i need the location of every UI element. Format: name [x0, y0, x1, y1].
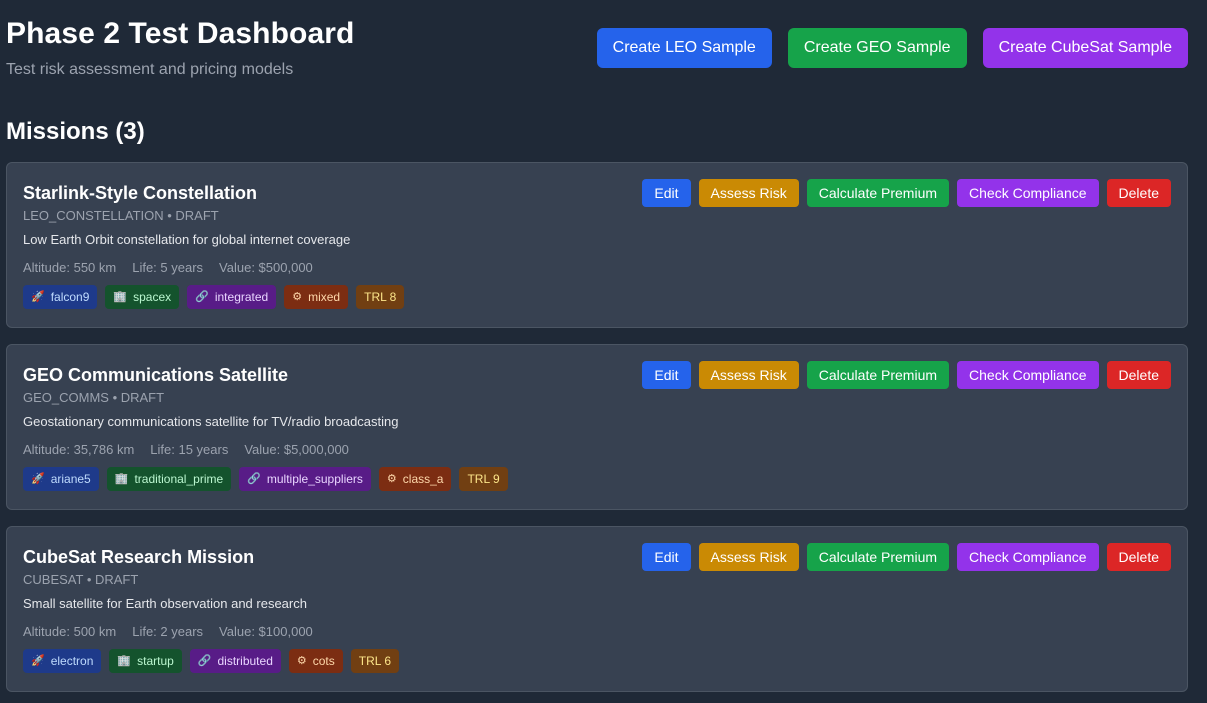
- launch-vehicle-tag: 🚀 falcon9: [23, 285, 98, 309]
- rocket-icon: 🚀: [31, 473, 45, 485]
- trl-tag: TRL 6: [350, 649, 399, 673]
- trl-tag: TRL 9: [459, 467, 508, 491]
- mission-life: Life: 15 years: [150, 442, 229, 457]
- check-compliance-button[interactable]: Check Compliance: [957, 179, 1099, 207]
- tag-label: cots: [312, 654, 335, 668]
- link-icon: 🔗: [197, 655, 212, 667]
- manufacturer-tag: 🏢 startup: [109, 649, 182, 673]
- tag-label: ariane5: [50, 472, 91, 486]
- manufacturer-tag: 🏢 traditional_prime: [106, 467, 232, 491]
- building-icon: 🏢: [113, 291, 128, 303]
- edit-button[interactable]: Edit: [642, 543, 691, 571]
- card-actions: Edit Assess Risk Calculate Premium Check…: [642, 179, 1171, 207]
- check-compliance-button[interactable]: Check Compliance: [957, 543, 1099, 571]
- calculate-premium-button[interactable]: Calculate Premium: [806, 361, 950, 389]
- tag-label: mixed: [308, 290, 341, 304]
- mission-tags: 🚀 ariane5 🏢 traditional_prime 🔗 multiple_su…: [23, 467, 1171, 491]
- tag-label: class_a: [402, 472, 444, 486]
- mission-value: Value: $500,000: [219, 260, 313, 275]
- card-actions: Edit Assess Risk Calculate Premium Check…: [642, 361, 1171, 389]
- assess-risk-button[interactable]: Assess Risk: [698, 543, 799, 571]
- edit-button[interactable]: Edit: [642, 179, 691, 207]
- trl-tag: TRL 8: [356, 285, 405, 309]
- create-cubesat-sample-button[interactable]: Create CubeSat Sample: [982, 28, 1188, 68]
- launch-vehicle-tag: 🚀 electron: [23, 649, 102, 673]
- parts-class-tag: ⚙ cots: [288, 649, 343, 673]
- dashboard-page: Phase 2 Test Dashboard Test risk assessm…: [0, 0, 1207, 703]
- mission-altitude: Altitude: 35,786 km: [23, 442, 135, 457]
- tag-label: falcon9: [50, 290, 90, 304]
- mission-card: GEO Communications Satellite GEO_COMMS •…: [6, 344, 1188, 510]
- mission-value: Value: $5,000,000: [244, 442, 349, 457]
- mission-card: Starlink-Style Constellation LEO_CONSTEL…: [6, 162, 1188, 328]
- tag-label: distributed: [217, 654, 273, 668]
- tag-label: startup: [137, 654, 174, 668]
- mission-description: Geostationary communications satellite f…: [23, 414, 399, 429]
- edit-button[interactable]: Edit: [642, 361, 691, 389]
- supply-chain-tag: 🔗 multiple_suppliers: [239, 467, 371, 491]
- mission-meta: LEO_CONSTELLATION • DRAFT: [23, 208, 219, 223]
- sample-actions: Create LEO Sample Create GEO Sample Crea…: [596, 28, 1188, 68]
- building-icon: 🏢: [117, 655, 132, 667]
- gear-icon: ⚙: [292, 291, 303, 303]
- mission-description: Small satellite for Earth observation an…: [23, 596, 307, 611]
- tag-label: electron: [50, 654, 94, 668]
- mission-life: Life: 2 years: [132, 624, 204, 639]
- tag-label: integrated: [214, 290, 269, 304]
- delete-button[interactable]: Delete: [1106, 179, 1171, 207]
- tag-label: multiple_suppliers: [266, 472, 363, 486]
- gear-icon: ⚙: [386, 473, 397, 485]
- link-icon: 🔗: [247, 473, 261, 485]
- page-subtitle: Test risk assessment and pricing models: [6, 61, 294, 78]
- tag-label: traditional_prime: [134, 472, 224, 486]
- parts-class-tag: ⚙ class_a: [378, 467, 452, 491]
- create-geo-sample-button[interactable]: Create GEO Sample: [787, 28, 967, 68]
- mission-meta: GEO_COMMS • DRAFT: [23, 390, 165, 405]
- launch-vehicle-tag: 🚀 ariane5: [23, 467, 99, 491]
- building-icon: 🏢: [114, 473, 129, 485]
- mission-altitude: Altitude: 500 km: [23, 624, 117, 639]
- delete-button[interactable]: Delete: [1106, 361, 1171, 389]
- supply-chain-tag: 🔗 distributed: [189, 649, 281, 673]
- check-compliance-button[interactable]: Check Compliance: [957, 361, 1099, 389]
- rocket-icon: 🚀: [31, 655, 45, 667]
- mission-tags: 🚀 falcon9 🏢 spacex 🔗 integrated ⚙ mixed TRL …: [23, 285, 1171, 309]
- calculate-premium-button[interactable]: Calculate Premium: [806, 543, 950, 571]
- mission-life: Life: 5 years: [132, 260, 204, 275]
- mission-card: CubeSat Research Mission CUBESAT • DRAFT…: [6, 526, 1188, 692]
- missions-list: Starlink-Style Constellation LEO_CONSTEL…: [6, 162, 1188, 703]
- parts-class-tag: ⚙ mixed: [284, 285, 349, 309]
- mission-description: Low Earth Orbit constellation for global…: [23, 232, 351, 247]
- card-actions: Edit Assess Risk Calculate Premium Check…: [642, 543, 1171, 571]
- mission-stats: Altitude: 35,786 km Life: 15 years Value…: [23, 441, 1171, 459]
- missions-heading: Missions (3): [6, 118, 145, 145]
- mission-tags: 🚀 electron 🏢 startup 🔗 distributed ⚙ cots TR…: [23, 649, 1171, 673]
- mission-stats: Altitude: 550 km Life: 5 years Value: $5…: [23, 259, 1171, 277]
- mission-altitude: Altitude: 550 km: [23, 260, 117, 275]
- page-title: Phase 2 Test Dashboard: [6, 17, 355, 50]
- calculate-premium-button[interactable]: Calculate Premium: [806, 179, 950, 207]
- mission-value: Value: $100,000: [219, 624, 313, 639]
- supply-chain-tag: 🔗 integrated: [187, 285, 277, 309]
- assess-risk-button[interactable]: Assess Risk: [698, 361, 799, 389]
- tag-label: spacex: [133, 290, 172, 304]
- mission-meta: CUBESAT • DRAFT: [23, 572, 139, 587]
- gear-icon: ⚙: [296, 655, 307, 667]
- rocket-icon: 🚀: [31, 291, 45, 303]
- delete-button[interactable]: Delete: [1106, 543, 1171, 571]
- page-header: Phase 2 Test Dashboard Test risk assessm…: [6, 14, 354, 80]
- link-icon: 🔗: [195, 291, 209, 303]
- create-leo-sample-button[interactable]: Create LEO Sample: [596, 28, 772, 68]
- manufacturer-tag: 🏢 spacex: [105, 285, 180, 309]
- mission-stats: Altitude: 500 km Life: 2 years Value: $1…: [23, 623, 1171, 641]
- assess-risk-button[interactable]: Assess Risk: [698, 179, 799, 207]
